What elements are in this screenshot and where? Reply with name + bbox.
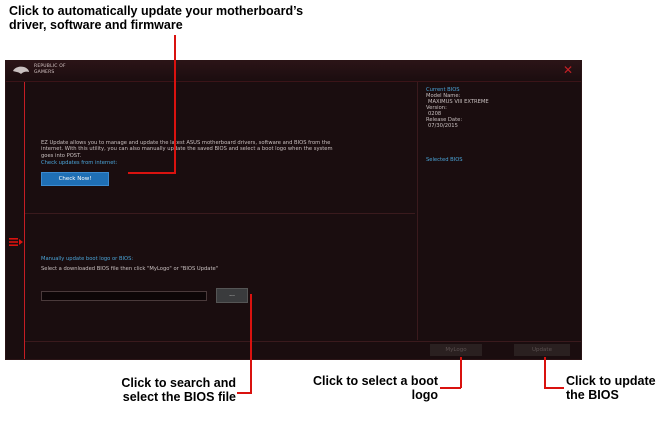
manual-update-heading: Manually update boot logo or BIOS: (41, 256, 134, 262)
callout-browse-bios: Click to search and select the BIOS file (121, 376, 236, 404)
brand-name: REPUBLIC OF GAMERS (34, 64, 66, 75)
bottom-bar (25, 341, 581, 359)
callout-line-top-horizontal (128, 172, 176, 174)
callout-line-browse-vertical (250, 294, 252, 394)
title-bar: REPUBLIC OF GAMERS ✕ (6, 61, 581, 82)
bios-file-path-input[interactable] (41, 291, 207, 301)
selected-bios-heading: Selected BIOS (426, 157, 463, 163)
menu-toggle-icon[interactable] (9, 237, 23, 247)
callout-line-top-vertical (174, 35, 176, 173)
close-icon[interactable]: ✕ (563, 63, 573, 77)
callout-line-logo-vertical (460, 357, 462, 388)
check-now-button[interactable]: Check Now! (41, 172, 109, 186)
browse-button[interactable]: ... (216, 288, 248, 303)
bios-info-panel: Current BIOS Model Name: MAXIMUS VIII EX… (417, 82, 581, 340)
callout-line-browse-horizontal (237, 392, 251, 394)
ez-update-window: REPUBLIC OF GAMERS ✕ EZ Update allows you… (5, 60, 582, 360)
callout-line-logo-horizontal (440, 387, 461, 389)
description-text: EZ Update allows you to manage and updat… (41, 140, 333, 159)
left-rail (6, 82, 25, 359)
callout-line-update-horizontal (544, 387, 564, 389)
rog-logo-icon (13, 66, 29, 74)
callout-auto-update: Click to automatically update your mothe… (9, 4, 304, 32)
callout-boot-logo: Click to select a boot logo (312, 374, 438, 402)
bios-update-button[interactable]: Update (514, 344, 570, 356)
section-divider (25, 213, 415, 214)
callout-line-update-vertical (544, 357, 546, 388)
mylogo-button[interactable]: MyLogo (430, 344, 482, 356)
check-updates-heading: Check updates from internet: (41, 160, 118, 166)
release-date-value: 07/30/2015 (428, 123, 458, 129)
callout-update-bios: Click to update the BIOS (566, 374, 656, 402)
manual-update-instruction: Select a downloaded BIOS file then click… (41, 266, 219, 272)
